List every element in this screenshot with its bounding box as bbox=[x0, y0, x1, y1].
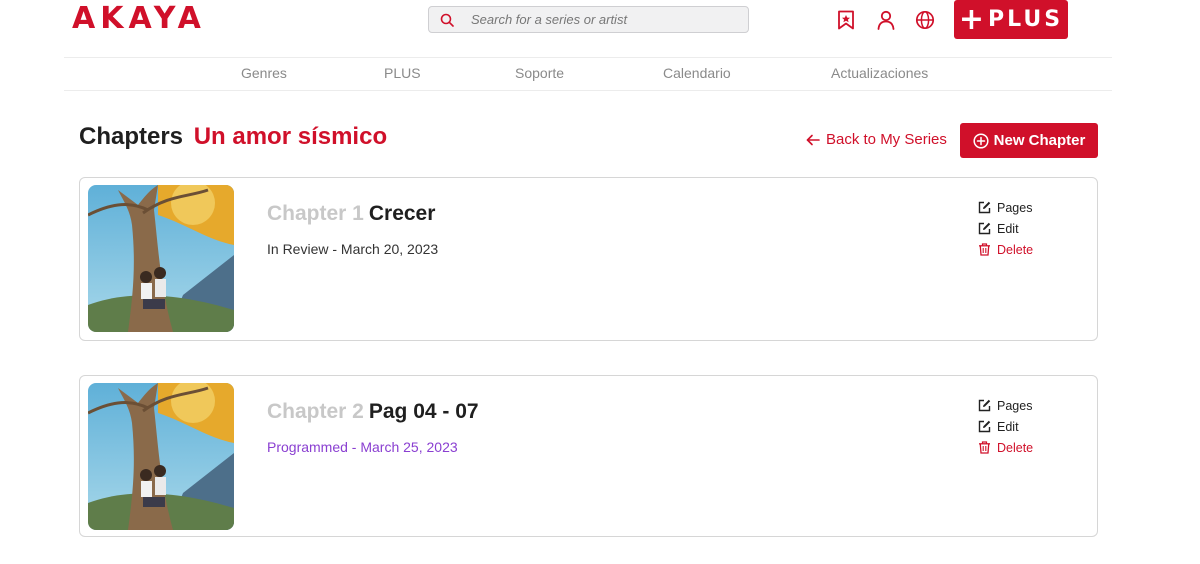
delete-label: Delete bbox=[997, 242, 1034, 257]
pages-action[interactable]: Pages bbox=[978, 197, 1033, 218]
chapter-card: Chapter 1 Crecer In Review - March 20, 20… bbox=[79, 177, 1098, 341]
plus-button[interactable]: + PLUS bbox=[954, 0, 1068, 39]
chapter-title: Chapter 2 Pag 04 - 07 bbox=[267, 400, 479, 424]
chapter-actions: Pages Edit Delete bbox=[978, 197, 1033, 260]
search-icon[interactable] bbox=[439, 12, 455, 28]
trash-icon bbox=[978, 441, 991, 454]
nav-item-calendario[interactable]: Calendario bbox=[663, 58, 731, 91]
nav-item-soporte[interactable]: Soporte bbox=[515, 58, 564, 91]
chapter-title: Chapter 1 Crecer bbox=[267, 202, 435, 226]
page-title: Chapters Un amor sísmico bbox=[79, 123, 387, 151]
delete-action[interactable]: Delete bbox=[978, 437, 1033, 458]
bookmark-icon[interactable] bbox=[835, 9, 857, 31]
chapter-name: Pag 04 - 07 bbox=[368, 400, 479, 423]
back-link-label: Back to My Series bbox=[826, 131, 947, 148]
back-to-my-series-link[interactable]: Back to My Series bbox=[806, 131, 947, 148]
delete-label: Delete bbox=[997, 440, 1034, 455]
top-header: AKAYA + PLUS bbox=[0, 0, 1200, 58]
edit-label: Edit bbox=[997, 419, 1019, 434]
chapter-actions: Pages Edit Delete bbox=[978, 395, 1033, 458]
nav-item-actualizaciones[interactable]: Actualizaciones bbox=[831, 58, 928, 91]
nav-item-plus[interactable]: PLUS bbox=[384, 58, 421, 91]
plus-sign-icon: + bbox=[958, 1, 985, 37]
chapter-status: In Review - March 20, 2023 bbox=[267, 241, 439, 257]
page-title-prefix: Chapters bbox=[79, 123, 184, 150]
pages-label: Pages bbox=[997, 398, 1033, 413]
chapter-name: Crecer bbox=[368, 202, 436, 225]
series-name: Un amor sísmico bbox=[193, 123, 388, 150]
edit-label: Edit bbox=[997, 221, 1019, 236]
trash-icon bbox=[978, 243, 991, 256]
pages-action[interactable]: Pages bbox=[978, 395, 1033, 416]
delete-action[interactable]: Delete bbox=[978, 239, 1033, 260]
edit-action[interactable]: Edit bbox=[978, 218, 1033, 239]
search-bar[interactable] bbox=[428, 6, 749, 33]
chapter-number: Chapter 2 bbox=[267, 400, 364, 423]
edit-square-icon bbox=[978, 399, 991, 412]
chapter-card: Chapter 2 Pag 04 - 07 Programmed - March … bbox=[79, 375, 1098, 537]
chapter-number: Chapter 1 bbox=[267, 202, 364, 225]
nav-item-genres[interactable]: Genres bbox=[241, 58, 287, 91]
plus-circle-icon bbox=[973, 132, 989, 149]
new-chapter-label: New Chapter bbox=[993, 132, 1086, 149]
plus-label: PLUS bbox=[988, 7, 1064, 32]
main-nav: Genres PLUS Soporte Calendario Actualiza… bbox=[64, 57, 1112, 91]
arrow-left-icon bbox=[806, 134, 820, 146]
chapter-status: Programmed - March 25, 2023 bbox=[267, 439, 458, 455]
chapter-cover-image[interactable] bbox=[88, 383, 234, 530]
pages-label: Pages bbox=[997, 200, 1033, 215]
user-icon[interactable] bbox=[875, 9, 897, 31]
edit-square-icon bbox=[978, 201, 991, 214]
globe-icon[interactable] bbox=[914, 9, 936, 31]
chapter-cover-image[interactable] bbox=[88, 185, 234, 332]
edit-square-icon bbox=[978, 420, 991, 433]
edit-action[interactable]: Edit bbox=[978, 416, 1033, 437]
edit-square-icon bbox=[978, 222, 991, 235]
search-input[interactable] bbox=[471, 12, 731, 27]
akaya-logo[interactable]: AKAYA bbox=[72, 4, 206, 34]
new-chapter-button[interactable]: New Chapter bbox=[960, 123, 1098, 158]
